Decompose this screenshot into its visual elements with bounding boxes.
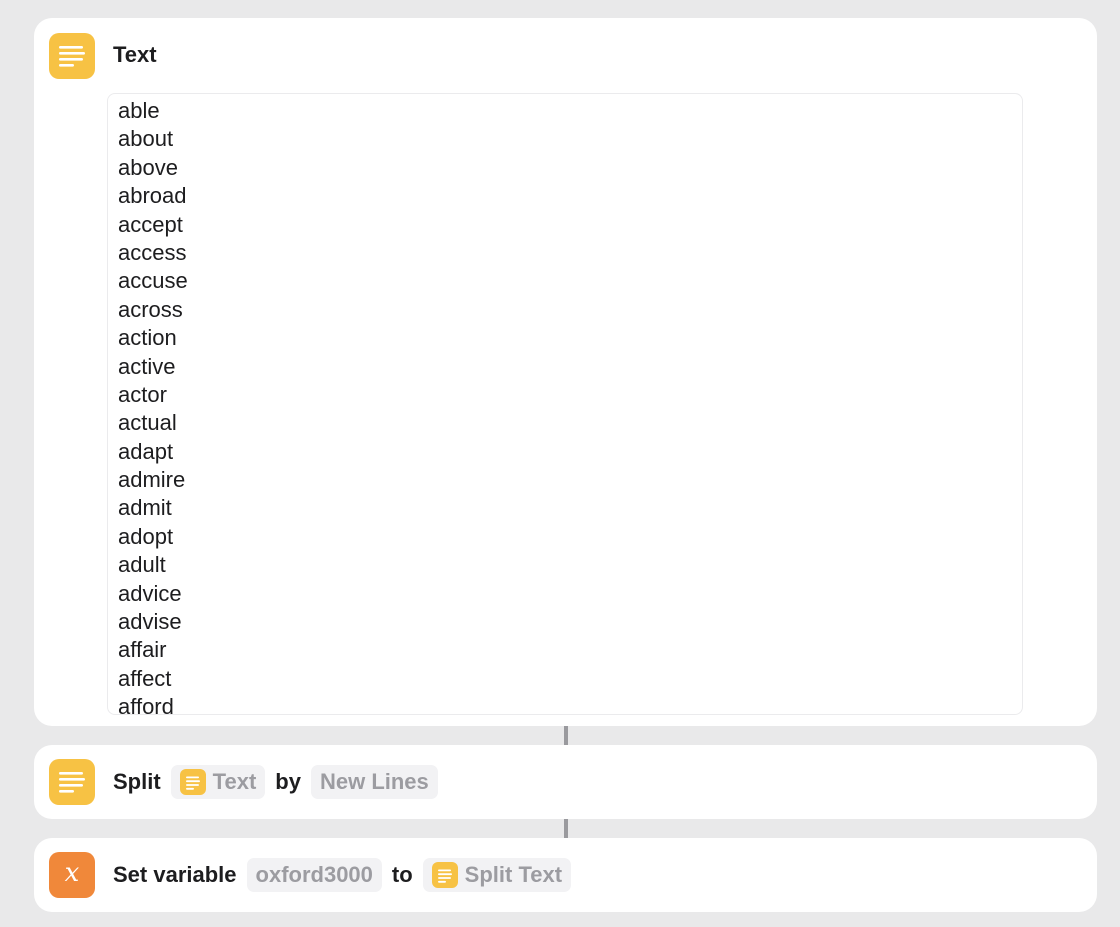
split-text-value-label: Split Text (464, 862, 563, 887)
split-input-token[interactable]: Text (170, 765, 266, 799)
word-line: across (118, 296, 183, 322)
word-line: advise (118, 609, 182, 635)
variable-x-icon: x (49, 852, 95, 898)
word-line: adopt (118, 523, 174, 549)
word-list: able about above abroad accept access accuse ac… (118, 97, 188, 715)
word-line: accept (118, 211, 183, 237)
word-line: adult (118, 552, 166, 578)
separator-label: New Lines (319, 769, 429, 794)
action-connector (564, 726, 568, 745)
word-line: action (118, 325, 177, 351)
word-line: access (118, 239, 187, 265)
split-by-label: by (275, 769, 301, 794)
word-line: afford (118, 694, 174, 715)
action-connector (564, 819, 568, 838)
variable-name-field[interactable]: oxford3000 (246, 858, 382, 892)
text-input-area[interactable]: able about above abroad accept access accuse ac… (107, 93, 1023, 715)
set-variable-action-card[interactable]: x Set variable oxford3000 to Split Text (34, 838, 1097, 912)
word-line: advice (118, 580, 182, 606)
text-action-title: Text (113, 42, 157, 67)
text-lines-icon (179, 769, 206, 795)
text-action-card[interactable]: Text able about above abroad accept access acc… (34, 18, 1097, 726)
word-line: admire (118, 467, 186, 493)
word-line: affair (118, 637, 167, 663)
split-action-row: Split Text by New Lines (113, 765, 438, 799)
text-lines-icon (431, 862, 458, 888)
word-line: admit (118, 495, 172, 521)
word-line: above (118, 154, 178, 180)
word-line: abroad (118, 183, 187, 209)
word-line: affect (118, 665, 172, 691)
set-variable-to-label: to (391, 862, 413, 887)
text-lines-icon (49, 33, 95, 79)
word-line: about (118, 126, 174, 152)
variable-name-label: oxford3000 (255, 862, 373, 887)
split-input-token-label: Text (212, 769, 257, 794)
set-variable-verb-label: Set variable (113, 862, 237, 887)
split-text-value-token[interactable]: Split Text (422, 858, 572, 892)
word-line: able (118, 98, 160, 123)
word-line: accuse (118, 268, 188, 294)
set-variable-action-row: Set variable oxford3000 to Split Text (113, 858, 572, 892)
word-line: actual (118, 410, 177, 436)
separator-selector[interactable]: New Lines (310, 765, 438, 799)
word-line: adapt (118, 438, 174, 464)
split-text-action-card[interactable]: Split Text by New Lines (34, 745, 1097, 819)
word-line: actor (118, 381, 167, 407)
word-line: active (118, 353, 176, 379)
split-verb-label: Split (113, 769, 161, 794)
text-lines-icon (49, 759, 95, 805)
